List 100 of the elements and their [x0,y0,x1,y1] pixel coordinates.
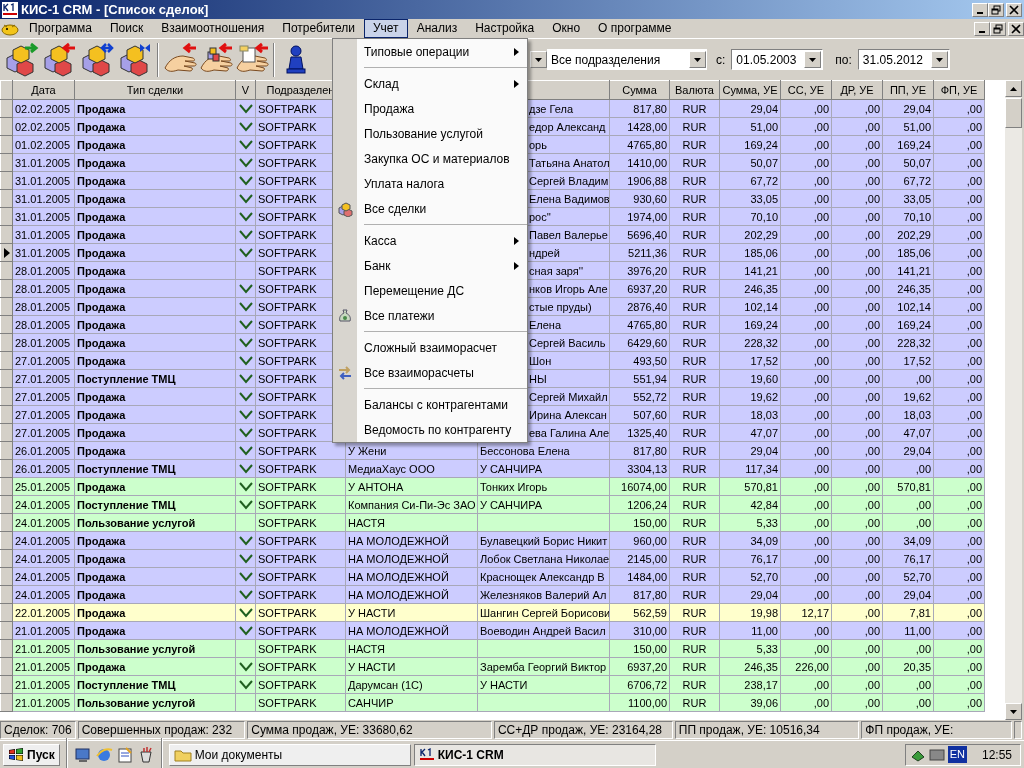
check-icon [238,571,253,582]
check-icon [238,409,253,420]
restore-button[interactable] [990,21,1006,36]
column-header[interactable]: Валюта [669,80,720,100]
scroll-down-button[interactable] [1005,703,1022,720]
column-header[interactable]: СС, УЕ [780,80,832,100]
field-value: Все подразделения [550,51,662,69]
check-icon [238,445,253,456]
minimize-button[interactable] [974,21,990,36]
dropdown-button[interactable] [804,51,822,68]
cubes-arrows-icon[interactable] [79,41,115,78]
column-header[interactable]: Сумма [609,80,670,100]
check-icon [238,607,253,618]
check-icon [238,283,253,294]
table-cell: 141,21 [719,261,781,280]
menu-option-label: Перемещение ДС [363,282,466,300]
menu-item[interactable]: Окно [543,19,590,38]
dropdown-button[interactable] [689,51,706,68]
desktop-icon[interactable] [73,745,92,764]
column-header[interactable]: Тип сделки [74,80,236,100]
cubes-arrow-icon[interactable] [3,41,39,78]
check-icon [238,103,253,114]
taskbar-button[interactable]: Мои документы [168,743,411,766]
checkbox-cell[interactable] [235,261,256,280]
up-arrow-icon [1010,86,1017,91]
check-icon [238,139,253,150]
check-icon [238,337,253,348]
taskbar-button[interactable]: КИС-1 CRM [413,743,656,766]
table-cell: ,00 [933,261,985,280]
field-value: 31.05.2012 [861,51,924,69]
status-text: ФП продаж, УЕ: [861,721,1012,739]
menu-option-label: Все сделки [363,200,428,218]
language-indicator[interactable]: EN [947,746,967,763]
dropdown-arrow-icon [809,57,817,62]
close-icon [1009,4,1019,15]
menu-item[interactable]: Анализ [407,19,467,38]
minimize-button[interactable] [972,2,988,17]
menu-option-label: Склад [363,75,400,93]
menu-item[interactable]: Взаимоотношения [152,19,274,38]
close-button[interactable] [1008,21,1024,36]
to-date-field[interactable]: 31.05.2012 [857,49,950,70]
status-text: Сделок: 706 [0,721,76,739]
check-icon [238,193,253,204]
check-icon [238,175,253,186]
menu-item[interactable]: Поиск [100,19,153,38]
check-icon [238,661,253,672]
check-icon [238,481,253,492]
notepad-icon[interactable] [115,745,134,764]
clock: 12:55 [981,746,1012,764]
table-cell: 28.01.2005 [12,261,75,280]
status-text: Совершенных продаж: 232 [77,721,246,739]
menu-item[interactable]: Учет [363,19,408,38]
window-title: КИС-1 CRM - [Список сделок] [21,0,209,19]
app-logo-icon [418,747,435,762]
status-text: СС+ДР продаж, УЕ: 23164,28 [493,721,673,739]
table-cell: RUR [669,261,720,280]
check-icon [238,355,253,366]
table-cell: 3976,20 [609,261,670,280]
menu-option[interactable]: Типовые операции [333,39,527,64]
menu-item[interactable]: О программе [589,19,681,38]
menu-item[interactable]: Настройка [466,19,544,38]
menu-option-label: Банк [363,257,392,275]
money-bag-icon [337,307,353,324]
browser-icon[interactable] [94,745,113,764]
folder-icon [173,747,192,762]
column-header[interactable]: Дата [12,80,75,100]
check-icon [238,247,253,258]
start-button[interactable]: Пуск [3,743,60,766]
dropdown-button[interactable] [930,51,948,68]
submenu-arrow-icon [514,79,519,88]
cubes-arrow-icon[interactable] [41,41,77,78]
check-icon [238,535,253,546]
dropdown-button[interactable] [530,51,547,68]
check-icon [238,427,253,438]
dropdown-arrow-icon [535,57,542,62]
menu-option-label: Все платежи [363,307,436,325]
column-header[interactable]: ПП, УЕ [882,80,934,100]
scroll-up-button[interactable] [1005,80,1022,97]
check-icon [238,679,253,690]
status-text: ПП продаж, УЕ: 10516,34 [674,721,860,739]
submenu-arrow-icon [514,47,519,56]
tray-app-icon [928,747,945,762]
column-header[interactable]: ФП, УЕ [933,80,985,100]
status-panel [1014,721,1022,739]
scrollbar-thumb[interactable] [1005,98,1022,128]
menu-item[interactable]: Программа [20,19,101,38]
close-button[interactable] [1006,2,1022,17]
menu-item[interactable]: Потребители [273,19,364,38]
column-header[interactable]: ДР, УЕ [831,80,883,100]
from-date-field[interactable]: 01.05.2003 [731,49,824,70]
restore-button[interactable] [988,2,1004,17]
menu-option-label: Уплата налога [363,175,446,193]
cubes-arrows-icon[interactable] [117,41,153,78]
check-icon [238,391,253,402]
submenu-arrow-icon [514,236,519,245]
check-icon [238,553,253,564]
department-dropdown[interactable]: Все подразделения [547,49,707,70]
column-header[interactable]: Сумма, УЕ [719,80,781,100]
minimize-icon [979,30,985,33]
field-value: 01.05.2003 [735,51,798,69]
